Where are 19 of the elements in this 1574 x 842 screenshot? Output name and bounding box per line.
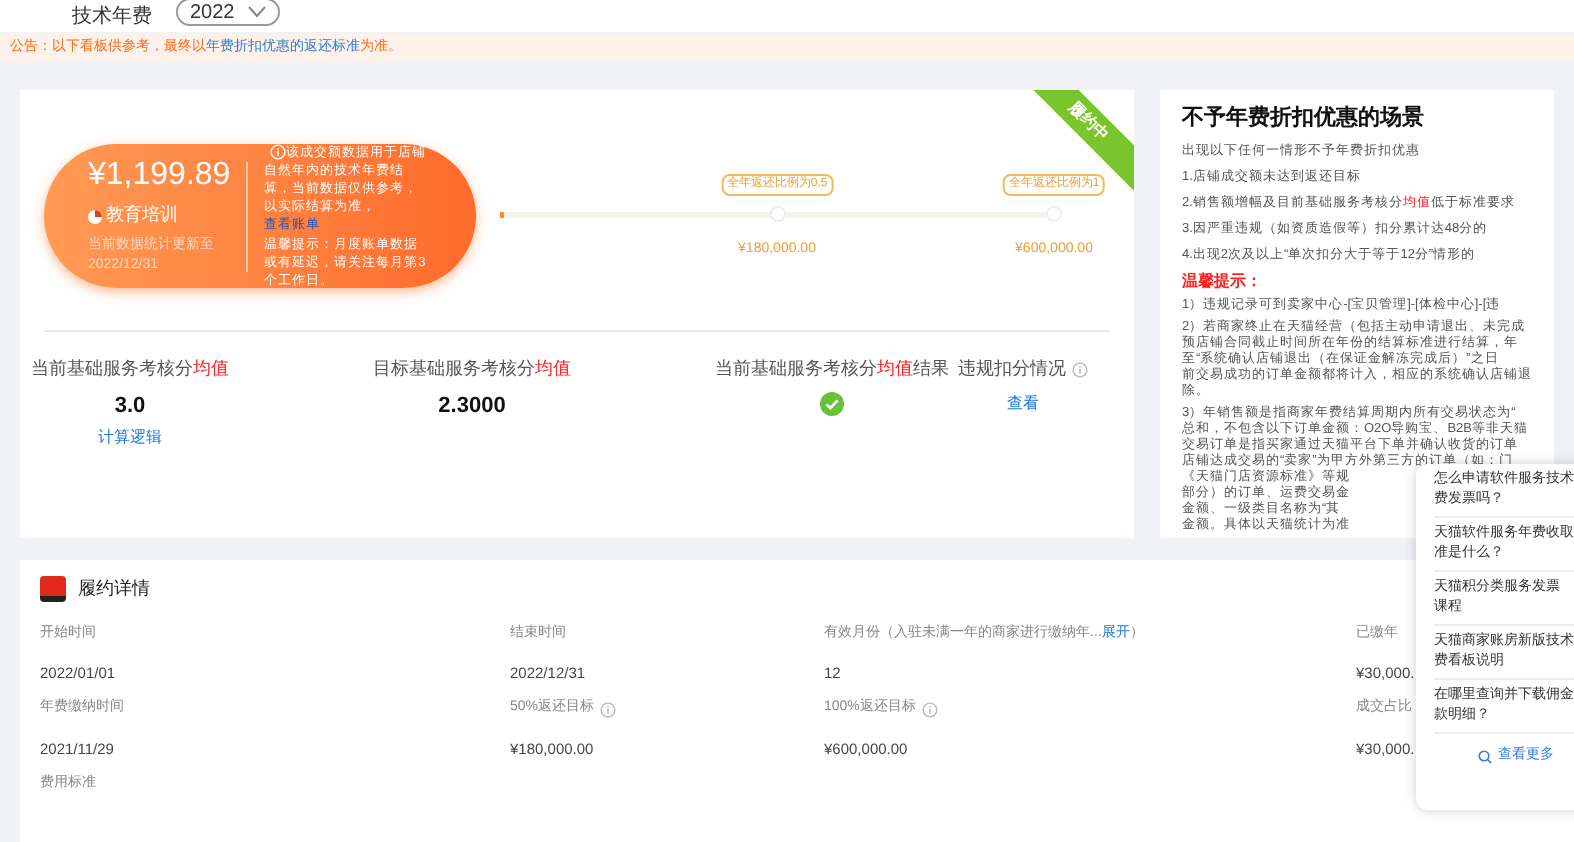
amount-value: ¥1,199.89 (88, 156, 231, 197)
view-link[interactable]: 查看 (1007, 391, 1039, 415)
stat-value: 2.3000 (438, 391, 506, 421)
details-title: 履约详情 (78, 576, 150, 602)
search-icon (1478, 749, 1492, 764)
chevron-down-icon (248, 6, 266, 18)
calculation-link[interactable]: 计算逻辑 (98, 426, 162, 450)
pie-chart-icon (88, 209, 102, 223)
stat-label: 当前基础服务考核分均值 (31, 356, 229, 382)
stat-value: 3.0 (114, 391, 146, 421)
store-logo-icon (40, 576, 66, 603)
warning-title: 温馨提示： (1182, 270, 1262, 293)
year-select[interactable]: 2022 (176, 0, 280, 26)
stat-label: 当前基础服务考核分均值结果 (715, 356, 949, 382)
stat-label: 违规扣分情况 (958, 356, 1066, 382)
side-title: 不予年费折扣优惠的场景 (1182, 103, 1424, 134)
category-label: 教育培训 (106, 202, 178, 229)
page-title: 技术年费 (72, 3, 152, 31)
stat-label: 目标基础服务考核分均值 (373, 356, 571, 382)
